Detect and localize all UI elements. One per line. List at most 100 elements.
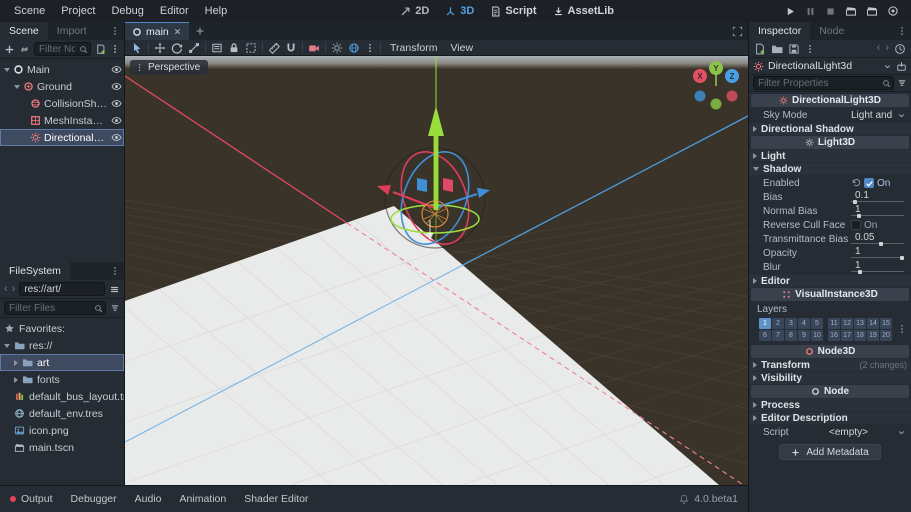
tree-row-main[interactable]: Main [0, 61, 124, 78]
selection-list-icon[interactable] [211, 42, 223, 54]
script-dropdown[interactable]: <empty> [803, 427, 906, 438]
sort-files-icon[interactable] [110, 303, 120, 313]
axis-ball-neg-y[interactable] [711, 99, 722, 110]
tree-row-ground[interactable]: Ground [0, 78, 124, 95]
opacity-spin-slider[interactable]: 1 [851, 246, 906, 260]
nav-back-icon[interactable]: ‹ [4, 284, 8, 295]
section-process[interactable]: Process [749, 399, 911, 411]
section-transform[interactable]: Transform (2 changes) [749, 359, 911, 371]
tree-row-collisionshape3d[interactable]: CollisionShape3d [0, 95, 124, 112]
fs-row-default-env[interactable]: default_env.tres [0, 405, 124, 422]
filter-files-input[interactable] [4, 301, 106, 315]
layer-cell[interactable]: 18 [854, 330, 866, 341]
play-scene-button[interactable] [845, 5, 857, 17]
section-editor[interactable]: Editor [749, 275, 911, 287]
menu-scene[interactable]: Scene [6, 5, 53, 17]
add-node-button[interactable] [4, 44, 15, 55]
filter-properties-input[interactable] [753, 76, 894, 90]
attach-script-button[interactable] [95, 44, 106, 55]
layers-menu-icon[interactable] [897, 324, 907, 335]
visibility-eye-icon[interactable] [111, 132, 122, 144]
distraction-free-icon[interactable] [727, 22, 748, 40]
history-back-icon[interactable]: ‹ [877, 43, 881, 54]
tab-inspector[interactable]: Inspector [749, 22, 810, 40]
expand-arrow-icon[interactable] [14, 377, 18, 383]
select-tool-icon[interactable] [131, 42, 143, 54]
section-editor-description[interactable]: Editor Description [749, 412, 911, 424]
layer-cell[interactable]: 12 [841, 318, 853, 329]
visibility-eye-icon[interactable] [111, 81, 122, 93]
history-forward-icon[interactable]: › [885, 43, 889, 54]
section-directional-shadow[interactable]: Directional Shadow [749, 123, 911, 135]
rotate-tool-icon[interactable] [171, 42, 183, 54]
layer-cell[interactable]: 5 [811, 318, 823, 329]
fs-row-main-tscn[interactable]: main.tscn [0, 439, 124, 456]
plane-handle-z[interactable] [417, 178, 427, 192]
collapse-arrow-icon[interactable] [4, 68, 10, 72]
fs-row-icon-png[interactable]: icon.png [0, 422, 124, 439]
close-icon[interactable] [173, 27, 182, 36]
fs-row-favorites[interactable]: Favorites: [0, 320, 124, 337]
property-sort-icon[interactable] [897, 78, 907, 88]
layer-cell[interactable]: 3 [785, 318, 797, 329]
tree-row-meshinstance3d[interactable]: MeshInstance3d [0, 112, 124, 129]
move-tool-icon[interactable] [154, 42, 166, 54]
y-axis-arrow[interactable] [434, 136, 439, 210]
add-metadata-button[interactable]: Add Metadata [779, 444, 881, 460]
pause-button[interactable] [805, 6, 816, 17]
layer-cell[interactable]: 9 [798, 330, 810, 341]
layer-cell[interactable]: 1 [759, 318, 771, 329]
visibility-eye-icon[interactable] [111, 64, 122, 76]
viewport-3d[interactable]: Perspective X Y Z [125, 56, 748, 485]
workspace-assetlib[interactable]: AssetLib [553, 5, 614, 17]
menu-editor[interactable]: Editor [152, 5, 197, 17]
nav-forward-icon[interactable]: › [12, 284, 16, 295]
bottom-panel-animation[interactable]: Animation [180, 493, 227, 505]
resource-menu-icon[interactable] [805, 44, 815, 54]
visibility-eye-icon[interactable] [111, 115, 122, 127]
collapse-arrow-icon[interactable] [14, 85, 20, 89]
menu-help[interactable]: Help [197, 5, 236, 17]
fs-row-fonts[interactable]: fonts [0, 371, 124, 388]
group-icon[interactable] [245, 42, 257, 54]
menu-project[interactable]: Project [53, 5, 103, 17]
bell-icon[interactable] [679, 494, 689, 504]
instance-scene-button[interactable] [19, 44, 30, 55]
scene-tree-menu-icon[interactable] [110, 44, 120, 54]
new-resource-icon[interactable] [754, 43, 766, 55]
layer-cell[interactable]: 13 [854, 318, 866, 329]
bottom-panel-audio[interactable]: Audio [135, 493, 162, 505]
workspace-script[interactable]: Script [490, 5, 536, 17]
revert-icon[interactable] [851, 178, 861, 188]
history-icon[interactable] [894, 43, 906, 55]
load-resource-icon[interactable] [771, 43, 783, 55]
view-axis-gizmo[interactable]: X Y Z [689, 59, 743, 113]
tree-row-directionallight3d[interactable]: DirectionalLight3d [0, 129, 124, 146]
camera-preview-icon[interactable] [308, 42, 320, 54]
new-scene-tab-button[interactable] [189, 22, 211, 40]
split-mode-icon[interactable] [109, 284, 120, 295]
expand-arrow-icon[interactable] [14, 360, 18, 366]
slider-grabber[interactable] [857, 214, 861, 218]
scene-tab-main[interactable]: main [125, 22, 189, 40]
filesystem-menu-icon[interactable] [106, 262, 124, 280]
environment-toggle-icon[interactable] [348, 42, 360, 54]
stop-button[interactable] [825, 6, 836, 17]
workspace-3d[interactable]: 3D [445, 5, 474, 17]
bias-spin-slider[interactable]: 0.1 [851, 190, 906, 204]
section-shadow[interactable]: Shadow [749, 163, 911, 175]
layer-cell[interactable]: 14 [867, 318, 879, 329]
layer-cell[interactable]: 6 [759, 330, 771, 341]
ruler-icon[interactable] [268, 42, 280, 54]
layer-cell[interactable]: 2 [772, 318, 784, 329]
scale-tool-icon[interactable] [188, 42, 200, 54]
transform-menu[interactable]: Transform [386, 42, 441, 54]
layer-cell[interactable]: 16 [828, 330, 840, 341]
reverse-cull-checkbox[interactable] [851, 220, 861, 230]
section-visibility[interactable]: Visibility [749, 372, 911, 384]
layer-cell[interactable]: 20 [880, 330, 892, 341]
layer-cell[interactable]: 4 [798, 318, 810, 329]
inspector-dock-menu-icon[interactable] [893, 22, 911, 40]
sky-mode-dropdown[interactable]: Light and Sky [851, 110, 906, 121]
perspective-menu[interactable]: Perspective [130, 60, 208, 75]
